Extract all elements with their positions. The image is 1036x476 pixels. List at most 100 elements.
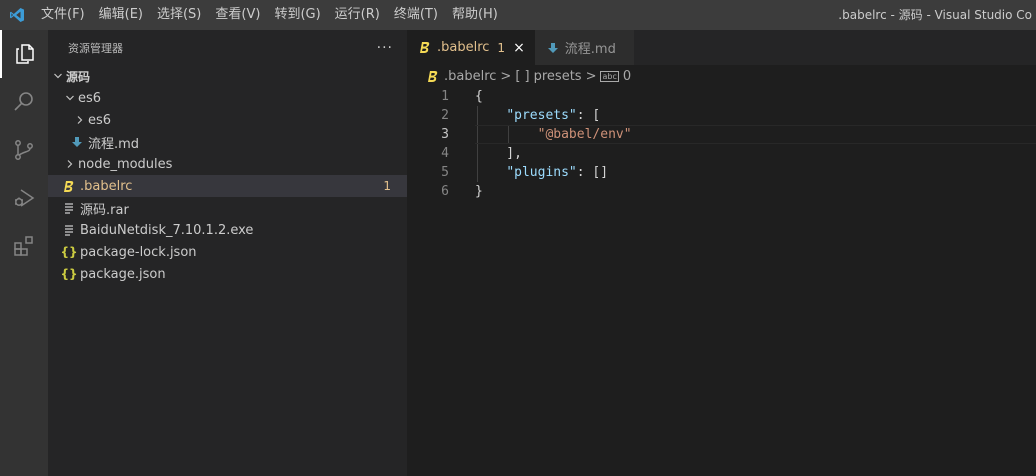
string-symbol-icon: abc [600,70,619,82]
window-title: .babelrc - 源码 - Visual Studio Co [838,8,1032,22]
menu-terminal[interactable]: 终端(T) [387,0,445,30]
chevron-down-icon [50,71,66,81]
breadcrumb-separator: > [585,68,597,84]
json-file-icon: {} [60,267,78,281]
explorer-header: 资源管理器 ··· [48,30,407,65]
markdown-file-icon [69,136,85,148]
babel-file-icon [419,41,431,54]
code-editor[interactable]: 1{2 "presets": [3 "@babel/env" 4 ], 5 "plu… [407,87,1036,201]
menu-selection[interactable]: 选择(S) [150,0,208,30]
tree-label: 源码 [66,69,91,84]
tab-problem-badge: 1 [497,40,506,55]
tree-folder-es6-sub[interactable]: es6 [48,109,407,131]
editor-group: .babelrc 1 × 流程.md .babelrc > [ ] preset… [407,30,1036,476]
punctuation-token [475,108,506,123]
menu-help[interactable]: 帮助(H) [445,0,505,30]
tree-label: es6 [78,90,102,106]
tree-label: node_modules [78,156,173,172]
line-number: 4 [441,146,449,161]
vscode-logo-icon [0,0,34,30]
editor-tabs: .babelrc 1 × 流程.md [407,30,1036,65]
more-actions-button[interactable]: ··· [377,40,393,56]
line-content: "plugins": [] [449,163,608,182]
tree-file-flow-md[interactable]: 流程.md [48,131,407,153]
json-file-icon: {} [60,245,78,259]
menu-bar: 文件(F) 编辑(E) 选择(S) 查看(V) 转到(G) 运行(R) 终端(T… [34,0,505,30]
code-line[interactable]: 5 "plugins": [] [407,163,1036,182]
current-line-highlight [475,125,1036,144]
breadcrumb-index-label: 0 [622,68,632,84]
json-key-token: "presets" [506,108,577,123]
breadcrumb-file-label: .babelrc [444,68,497,84]
close-icon[interactable]: × [513,40,525,56]
explorer-icon[interactable] [0,30,48,78]
code-line[interactable]: 4 ], [407,144,1036,163]
tree-label: package-lock.json [80,244,197,260]
run-debug-icon[interactable] [0,174,48,222]
tree-file-exe[interactable]: BaiduNetdisk_7.10.1.2.exe [48,219,407,241]
code-line[interactable]: 2 "presets": [ [407,106,1036,125]
punctuation-token: { [475,89,483,104]
line-number: 6 [441,184,449,199]
breadcrumb-separator: > [500,68,512,84]
tree-file-babelrc[interactable]: .babelrc 1 [48,175,407,197]
tree-folder-root[interactable]: 源码 [48,65,407,87]
explorer-title: 资源管理器 [68,41,123,55]
chevron-down-icon [62,93,78,103]
breadcrumb-presets-label: presets [533,68,582,84]
explorer-sidebar: 资源管理器 ··· 源码 es6 es6 流程.md node_modules … [48,30,407,476]
search-icon[interactable] [0,78,48,126]
breadcrumb-index[interactable]: abc 0 [600,69,631,84]
punctuation-token: } [475,184,483,199]
tree-folder-node-modules[interactable]: node_modules [48,153,407,175]
tree-file-package-lock-json[interactable]: {} package-lock.json [48,241,407,263]
punctuation-token: : [] [576,165,609,180]
line-number: 2 [441,108,449,123]
tree-file-package-json[interactable]: {} package.json [48,263,407,285]
title-bar: 文件(F) 编辑(E) 选择(S) 查看(V) 转到(G) 运行(R) 终端(T… [0,0,1036,30]
tab-babelrc[interactable]: .babelrc 1 × [407,30,535,65]
problem-count-badge: 1 [383,179,391,193]
tree-file-rar[interactable]: 源码.rar [48,197,407,219]
line-content: "presets": [ [449,106,600,125]
menu-file[interactable]: 文件(F) [34,0,92,30]
menu-go[interactable]: 转到(G) [267,0,327,30]
code-line[interactable]: 6} [407,182,1036,201]
breadcrumb: .babelrc > [ ] presets > abc 0 [407,65,1036,87]
menu-run[interactable]: 运行(R) [328,0,387,30]
tree-label: 源码.rar [80,202,129,218]
tree-folder-es6[interactable]: es6 [48,87,407,109]
markdown-file-icon [547,42,559,54]
file-tree: 源码 es6 es6 流程.md node_modules .babelrc 1… [48,65,407,285]
text-file-icon [61,224,77,236]
activity-bar [0,30,48,476]
punctuation-token [475,165,506,180]
line-content: } [449,182,483,201]
menu-view[interactable]: 查看(V) [208,0,267,30]
tree-label: 流程.md [88,136,140,152]
chevron-right-icon [62,159,78,169]
chevron-right-icon [72,115,88,125]
source-control-icon[interactable] [0,126,48,174]
tab-label: .babelrc [437,40,490,55]
code-line[interactable]: 3 "@babel/env" [407,125,1036,144]
tree-label: .babelrc [80,178,133,194]
tree-label: es6 [88,112,112,128]
text-file-icon [61,202,77,214]
tab-label: 流程.md [564,42,616,57]
babel-file-icon [61,180,77,193]
punctuation-token: : [ [576,108,601,123]
extensions-icon[interactable] [0,222,48,270]
line-content: ], [449,144,522,163]
line-content: { [449,87,483,106]
code-line[interactable]: 1{ [407,87,1036,106]
breadcrumb-file[interactable]: .babelrc [427,69,496,84]
tree-label: BaiduNetdisk_7.10.1.2.exe [80,222,254,238]
tree-label: package.json [80,266,166,282]
menu-edit[interactable]: 编辑(E) [92,0,150,30]
json-key-token: "plugins" [506,165,577,180]
array-symbol-icon: [ ] [515,68,530,84]
breadcrumb-presets[interactable]: [ ] presets [515,69,581,84]
line-number: 1 [441,89,449,104]
tab-flow-md[interactable]: 流程.md [534,30,634,65]
